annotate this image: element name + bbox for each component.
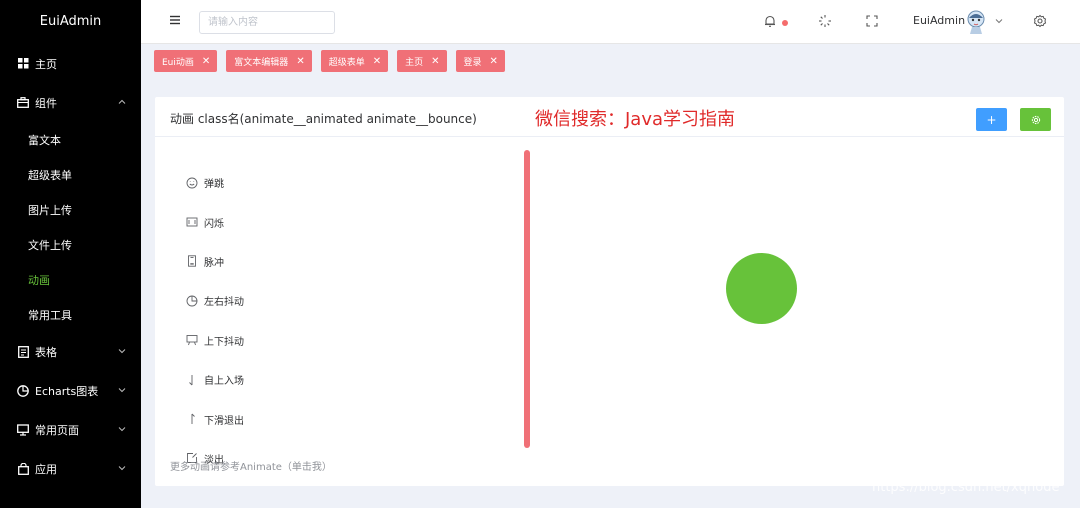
- chevron-down-icon: [117, 346, 127, 356]
- close-icon[interactable]: ✕: [431, 56, 439, 67]
- film-icon: [186, 216, 198, 228]
- list-item[interactable]: 左右抖动: [186, 281, 244, 320]
- avatar[interactable]: [965, 9, 987, 35]
- close-icon[interactable]: ✕: [202, 56, 210, 67]
- list-item[interactable]: 脉冲: [186, 242, 244, 281]
- list-item[interactable]: 弹跳: [186, 163, 244, 202]
- brand-logo: EuiAdmin: [39, 14, 102, 29]
- sidebar-item-label: 表格: [35, 345, 57, 359]
- submenu-item-file-upload[interactable]: 文件上传: [0, 227, 141, 262]
- notification-dot: [782, 20, 788, 26]
- chevron-down-icon[interactable]: [994, 16, 1004, 26]
- search-input[interactable]: [199, 11, 335, 34]
- list-item[interactable]: 上下抖动: [186, 321, 244, 360]
- card-header: 动画 class名(animate__animated animate__bou…: [155, 97, 1064, 137]
- monitor-icon: [17, 423, 29, 436]
- tags-bar: Eui动画 ✕ 富文本编辑器 ✕ 超级表单 ✕ 主页 ✕ 登录 ✕: [154, 50, 505, 72]
- loading-icon[interactable]: [818, 14, 832, 28]
- chevron-up-icon: [117, 97, 127, 107]
- sidebar-item-components[interactable]: 组件: [0, 83, 141, 122]
- overlay-text: 微信搜索：Java学习指南: [535, 109, 736, 130]
- sidebar-item-apps[interactable]: 应用: [0, 449, 141, 488]
- sidebar-item-label: 组件: [35, 96, 57, 110]
- phone-icon: [186, 255, 198, 268]
- pie-icon: [186, 295, 198, 307]
- bell-icon[interactable]: [763, 14, 777, 28]
- submenu-item-tools[interactable]: 常用工具: [0, 297, 141, 332]
- pie-chart-icon: [17, 384, 29, 397]
- list-item[interactable]: 下滑退出: [186, 399, 244, 438]
- document-icon: [17, 345, 29, 358]
- sidebar-item-label: Echarts图表: [35, 384, 99, 398]
- close-icon[interactable]: ✕: [296, 56, 304, 67]
- sidebar-item-label: 应用: [35, 462, 57, 476]
- sidebar-item-echarts[interactable]: Echarts图表: [0, 371, 141, 410]
- close-icon[interactable]: ✕: [490, 56, 498, 67]
- submenu-item-richtext[interactable]: 富文本: [0, 122, 141, 157]
- top-header: EuiAdmin: [141, 0, 1080, 44]
- animation-list: 弹跳 闪烁 脉冲 左右抖动 上下抖动 自上入场 下滑退出 淡出: [186, 163, 244, 478]
- sidebar-item-home[interactable]: 主页: [0, 44, 141, 83]
- watermark: https://blog.csdn.net/xqnode: [872, 480, 1060, 495]
- submenu-item-image-upload[interactable]: 图片上传: [0, 192, 141, 227]
- card-title: 动画 class名(animate__animated animate__bou…: [170, 112, 477, 126]
- presentation-icon: [186, 334, 198, 346]
- submenu-item-animation[interactable]: 动画: [0, 262, 141, 297]
- more-animations-link[interactable]: 更多动画请参考Animate（单击我）: [170, 458, 332, 473]
- list-item[interactable]: 自上入场: [186, 360, 244, 399]
- chevron-down-icon: [117, 385, 127, 395]
- gear-icon[interactable]: [1033, 14, 1047, 28]
- tag-superform[interactable]: 超级表单 ✕: [320, 50, 389, 72]
- tag-animation[interactable]: Eui动画 ✕: [154, 50, 218, 72]
- arrow-down-icon: [186, 374, 198, 386]
- tag-home[interactable]: 主页 ✕: [397, 50, 447, 72]
- chevron-down-icon: [117, 424, 127, 434]
- user-name[interactable]: EuiAdmin: [913, 14, 965, 27]
- tag-login[interactable]: 登录 ✕: [455, 50, 505, 72]
- sidebar-item-tables[interactable]: 表格: [0, 332, 141, 371]
- add-button[interactable]: +: [976, 108, 1007, 131]
- gear-icon: [1031, 115, 1041, 125]
- briefcase-icon: [17, 97, 29, 109]
- arrow-up-icon: [186, 413, 198, 425]
- submenu-item-superform[interactable]: 超级表单: [0, 157, 141, 192]
- sidebar-item-label: 主页: [35, 57, 57, 71]
- grid-icon: [17, 58, 29, 70]
- close-icon[interactable]: ✕: [373, 56, 381, 67]
- list-item[interactable]: 闪烁: [186, 202, 244, 241]
- animated-ball: [726, 253, 797, 324]
- sidebar: EuiAdmin 主页 组件 富文本 超级表单 图片上传 文件上传 动画 常用工…: [0, 0, 141, 508]
- scrollbar[interactable]: [524, 150, 530, 448]
- tag-richtext-editor[interactable]: 富文本编辑器 ✕: [226, 50, 312, 72]
- chevron-down-icon: [117, 463, 127, 473]
- settings-button[interactable]: [1020, 108, 1051, 131]
- smile-icon: [186, 177, 198, 189]
- sidebar-item-common-pages[interactable]: 常用页面: [0, 410, 141, 449]
- animation-card: 动画 class名(animate__animated animate__bou…: [155, 97, 1064, 486]
- fullscreen-icon[interactable]: [865, 14, 879, 28]
- sidebar-item-label: 常用页面: [35, 423, 79, 437]
- bag-icon: [17, 462, 29, 475]
- menu-toggle-icon[interactable]: [169, 14, 181, 26]
